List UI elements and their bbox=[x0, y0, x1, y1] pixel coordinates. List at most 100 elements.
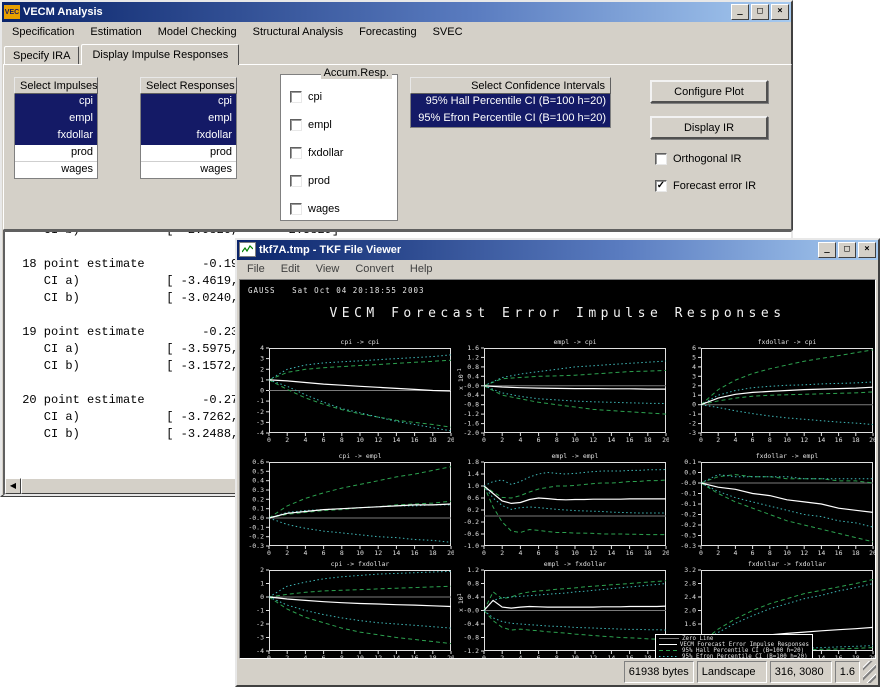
accum-checkbox-empl[interactable]: empl bbox=[290, 119, 343, 131]
list-item-wages[interactable]: wages bbox=[15, 162, 97, 178]
svg-text:0.1: 0.1 bbox=[252, 505, 264, 513]
list-item-empl[interactable]: empl bbox=[15, 111, 97, 128]
svg-text:4: 4 bbox=[733, 436, 737, 443]
menu-item-specification[interactable]: Specification bbox=[4, 23, 82, 41]
svg-text:2: 2 bbox=[500, 549, 504, 556]
svg-text:-1.6: -1.6 bbox=[463, 419, 479, 427]
legend-label: 95% Efron Percentile CI (B=100 h=20) bbox=[682, 654, 808, 659]
maximize-button[interactable]: □ bbox=[838, 242, 856, 258]
svg-text:-0.2: -0.2 bbox=[680, 510, 696, 518]
svg-text:1.6: 1.6 bbox=[467, 344, 479, 352]
svg-text:16: 16 bbox=[411, 549, 419, 556]
svg-text:-0.0: -0.0 bbox=[463, 606, 479, 614]
svg-text:0: 0 bbox=[482, 436, 486, 443]
svg-text:4: 4 bbox=[303, 654, 307, 659]
select-impulses-header[interactable]: Select Impulses bbox=[14, 77, 98, 94]
impulse-response-panel: Select Impulses cpiemplfxdollarprodwages… bbox=[3, 64, 792, 230]
svg-text:-4: -4 bbox=[256, 647, 264, 655]
svg-text:1: 1 bbox=[260, 376, 264, 384]
minimize-button[interactable]: _ bbox=[818, 242, 836, 258]
svg-text:2.4: 2.4 bbox=[684, 593, 696, 601]
tab-display-impulse-responses[interactable]: Display Impulse Responses bbox=[81, 44, 239, 65]
list-item-cpi[interactable]: cpi bbox=[15, 94, 97, 111]
orthogonal-ir-checkbox[interactable]: Orthogonal IR bbox=[655, 153, 756, 165]
list-item-95-hall-percentile-ci-b-100-h-20[interactable]: 95% Hall Percentile CI (B=100 h=20) bbox=[411, 94, 610, 111]
list-item-cpi[interactable]: cpi bbox=[141, 94, 236, 111]
select-responses-header[interactable]: Select Responses bbox=[140, 77, 237, 94]
svg-text:20: 20 bbox=[447, 549, 454, 556]
checkbox-icon bbox=[290, 91, 302, 103]
menu-item-structural-analysis[interactable]: Structural Analysis bbox=[245, 23, 351, 41]
scroll-left-button[interactable]: ◀ bbox=[5, 478, 21, 494]
svg-text:0.3: 0.3 bbox=[252, 486, 264, 494]
legend-line-sample bbox=[659, 648, 679, 653]
legend-entry-95-efron-percentile-ci-b-100-h-20: 95% Efron Percentile CI (B=100 h=20) bbox=[659, 654, 809, 659]
menu-item-help[interactable]: Help bbox=[402, 260, 441, 278]
svg-text:16: 16 bbox=[626, 654, 634, 659]
svg-text:-0.2: -0.2 bbox=[680, 521, 696, 529]
confidence-intervals-header[interactable]: Select Confidence Intervals bbox=[410, 77, 611, 94]
svg-text:10: 10 bbox=[356, 436, 364, 443]
svg-text:-3: -3 bbox=[688, 429, 696, 437]
svg-text:-1.2: -1.2 bbox=[463, 410, 479, 418]
tkf-titlebar[interactable]: tkf7A.tmp - TKF File Viewer _□× bbox=[237, 240, 878, 260]
svg-text:2.8: 2.8 bbox=[684, 579, 696, 587]
menu-item-estimation[interactable]: Estimation bbox=[82, 23, 149, 41]
svg-text:-3: -3 bbox=[256, 418, 264, 426]
main-titlebar[interactable]: VEC VECM Analysis _□× bbox=[2, 2, 791, 22]
menu-item-svec[interactable]: SVEC bbox=[425, 23, 471, 41]
svg-text:20: 20 bbox=[869, 436, 876, 443]
close-button[interactable]: × bbox=[771, 4, 789, 20]
menu-item-edit[interactable]: Edit bbox=[273, 260, 308, 278]
svg-text:-0.3: -0.3 bbox=[680, 542, 696, 550]
accum-checkbox-fxdollar[interactable]: fxdollar bbox=[290, 147, 343, 159]
menu-item-convert[interactable]: Convert bbox=[347, 260, 402, 278]
svg-text:1.8: 1.8 bbox=[467, 458, 479, 466]
tab-specify-ira[interactable]: Specify IRA bbox=[4, 46, 79, 64]
list-item-fxdollar[interactable]: fxdollar bbox=[141, 128, 236, 145]
resize-grip[interactable] bbox=[863, 661, 876, 683]
select-impulses-items: cpiemplfxdollarprodwages bbox=[14, 94, 98, 179]
checkbox-label: empl bbox=[308, 119, 332, 131]
list-item-prod[interactable]: prod bbox=[141, 145, 236, 162]
svg-text:1.4: 1.4 bbox=[467, 470, 479, 478]
svg-text:12: 12 bbox=[374, 654, 382, 659]
svg-text:2: 2 bbox=[716, 549, 720, 556]
list-item-prod[interactable]: prod bbox=[15, 145, 97, 162]
svg-text:8: 8 bbox=[555, 549, 559, 556]
accum-checkbox-cpi[interactable]: cpi bbox=[290, 91, 343, 103]
accum-checkbox-wages[interactable]: wages bbox=[290, 203, 343, 215]
status-panel-316-3080: 316, 3080 bbox=[770, 661, 832, 683]
menu-item-forecasting[interactable]: Forecasting bbox=[351, 23, 424, 41]
menu-item-file[interactable]: File bbox=[239, 260, 273, 278]
svg-text:8: 8 bbox=[340, 436, 344, 443]
svg-text:4: 4 bbox=[692, 363, 696, 371]
svg-text:-2: -2 bbox=[256, 620, 264, 628]
configure-plot-button[interactable]: Configure Plot bbox=[650, 80, 768, 103]
display-ir-button[interactable]: Display IR bbox=[650, 116, 768, 139]
list-item-empl[interactable]: empl bbox=[141, 111, 236, 128]
svg-text:10: 10 bbox=[783, 549, 791, 556]
tkf-app-icon bbox=[239, 242, 256, 257]
svg-text:-0.0: -0.0 bbox=[680, 479, 696, 487]
accum-resp-legend: Accum.Resp. bbox=[321, 67, 392, 79]
forecast-error-ir-checkbox[interactable]: ✓Forecast error IR bbox=[655, 180, 756, 192]
list-item-wages[interactable]: wages bbox=[141, 162, 236, 178]
maximize-button[interactable]: □ bbox=[751, 4, 769, 20]
svg-text:4: 4 bbox=[260, 344, 264, 352]
close-button[interactable]: × bbox=[858, 242, 876, 258]
status-panel-landscape: Landscape bbox=[697, 661, 767, 683]
svg-text:10: 10 bbox=[356, 654, 364, 659]
menu-item-model-checking[interactable]: Model Checking bbox=[150, 23, 245, 41]
svg-text:2.0: 2.0 bbox=[684, 606, 696, 614]
list-item-95-efron-percentile-ci-b-100-h-20[interactable]: 95% Efron Percentile CI (B=100 h=20) bbox=[411, 111, 610, 127]
svg-text:4: 4 bbox=[303, 549, 307, 556]
svg-text:0.5: 0.5 bbox=[252, 467, 264, 475]
list-item-fxdollar[interactable]: fxdollar bbox=[15, 128, 97, 145]
menu-item-view[interactable]: View bbox=[308, 260, 348, 278]
svg-text:0.8: 0.8 bbox=[467, 363, 479, 371]
accum-checkbox-prod[interactable]: prod bbox=[290, 175, 343, 187]
svg-text:16: 16 bbox=[411, 436, 419, 443]
svg-text:fxdollar -> fxdollar: fxdollar -> fxdollar bbox=[748, 560, 826, 568]
minimize-button[interactable]: _ bbox=[731, 4, 749, 20]
